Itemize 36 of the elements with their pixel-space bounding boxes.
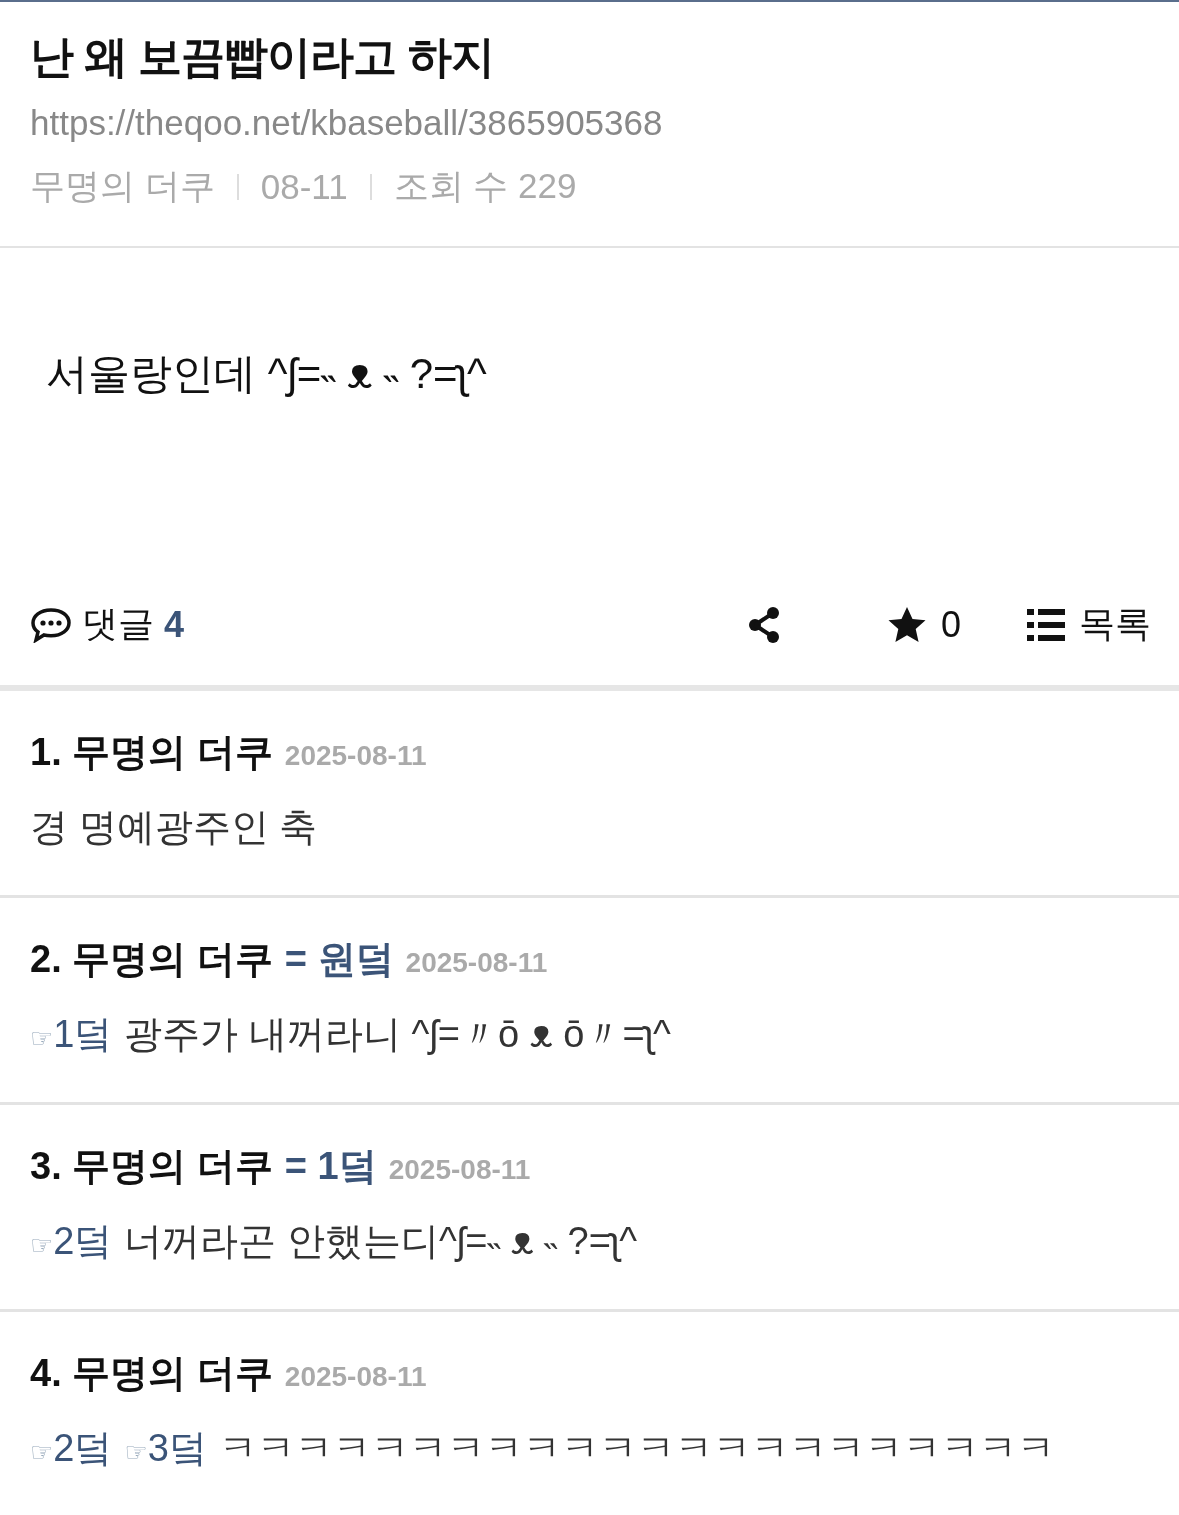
comment-text: 너꺼라곤 안했는디^ʃ=˵ ᴥ ˵ ?=ʅ^ (124, 1219, 638, 1264)
list-button[interactable]: 목록 (1079, 600, 1151, 649)
list-icon[interactable] (1027, 608, 1065, 641)
reply-link[interactable]: 3덬 (147, 1423, 207, 1474)
comment-date: 2025-08-11 (284, 1361, 427, 1393)
comment-date: 2025-08-11 (388, 1154, 531, 1186)
comment-author: 1. 무명의 더쿠 (30, 730, 273, 775)
post-url[interactable]: https://theqoo.net/kbaseball/3865905368 (30, 103, 1149, 143)
pointing-hand-icon: ☞ (124, 1437, 148, 1468)
reply-link[interactable]: 2덬 (53, 1423, 113, 1474)
star-count: 0 (940, 603, 961, 646)
comment-count: 4 (164, 603, 185, 646)
comment-author: 3. 무명의 더쿠 (30, 1144, 273, 1189)
post-text: 서울랑인데 ^ʃ=˵ ᴥ ˵ ?=ʅ^ (46, 349, 488, 399)
comment-date: 2025-08-11 (405, 947, 548, 979)
post-title: 난 왜 보끔빱이라고 하지 (30, 31, 495, 83)
reply-link[interactable]: 1덬 (53, 1009, 113, 1060)
pointing-hand-icon: ☞ (30, 1023, 54, 1054)
star-icon[interactable] (886, 605, 927, 644)
reply-link[interactable]: 2덬 (53, 1216, 113, 1267)
post-date: 08-11 (260, 166, 348, 207)
view-count: 조회 수 229 (393, 165, 577, 207)
comment-text: 광주가 내꺼라니 ^ʃ=〃ō ᴥ ō〃=ʅ^ (124, 1012, 671, 1057)
comment-text: 경 명예광주인 축 (30, 805, 318, 850)
comment-label: 댓글 (82, 602, 154, 646)
share-icon[interactable] (746, 605, 781, 644)
author-name: 무명의 더쿠 (30, 165, 215, 207)
pointing-hand-icon: ☞ (30, 1437, 54, 1468)
comment-text: ㅋㅋㅋㅋㅋㅋㅋㅋㅋㅋㅋㅋㅋㅋㅋㅋㅋㅋㅋㅋㅋㅋ (218, 1426, 1055, 1471)
comment-author: 2. 무명의 더쿠 (30, 937, 273, 982)
author-tag: = 1덬 (284, 1141, 377, 1192)
pointing-hand-icon: ☞ (30, 1230, 54, 1261)
comment-date: 2025-08-11 (284, 740, 427, 772)
author-tag: = 원덬 (284, 934, 394, 985)
comment-author: 4. 무명의 더쿠 (30, 1351, 273, 1396)
comment-icon[interactable] (30, 606, 72, 643)
